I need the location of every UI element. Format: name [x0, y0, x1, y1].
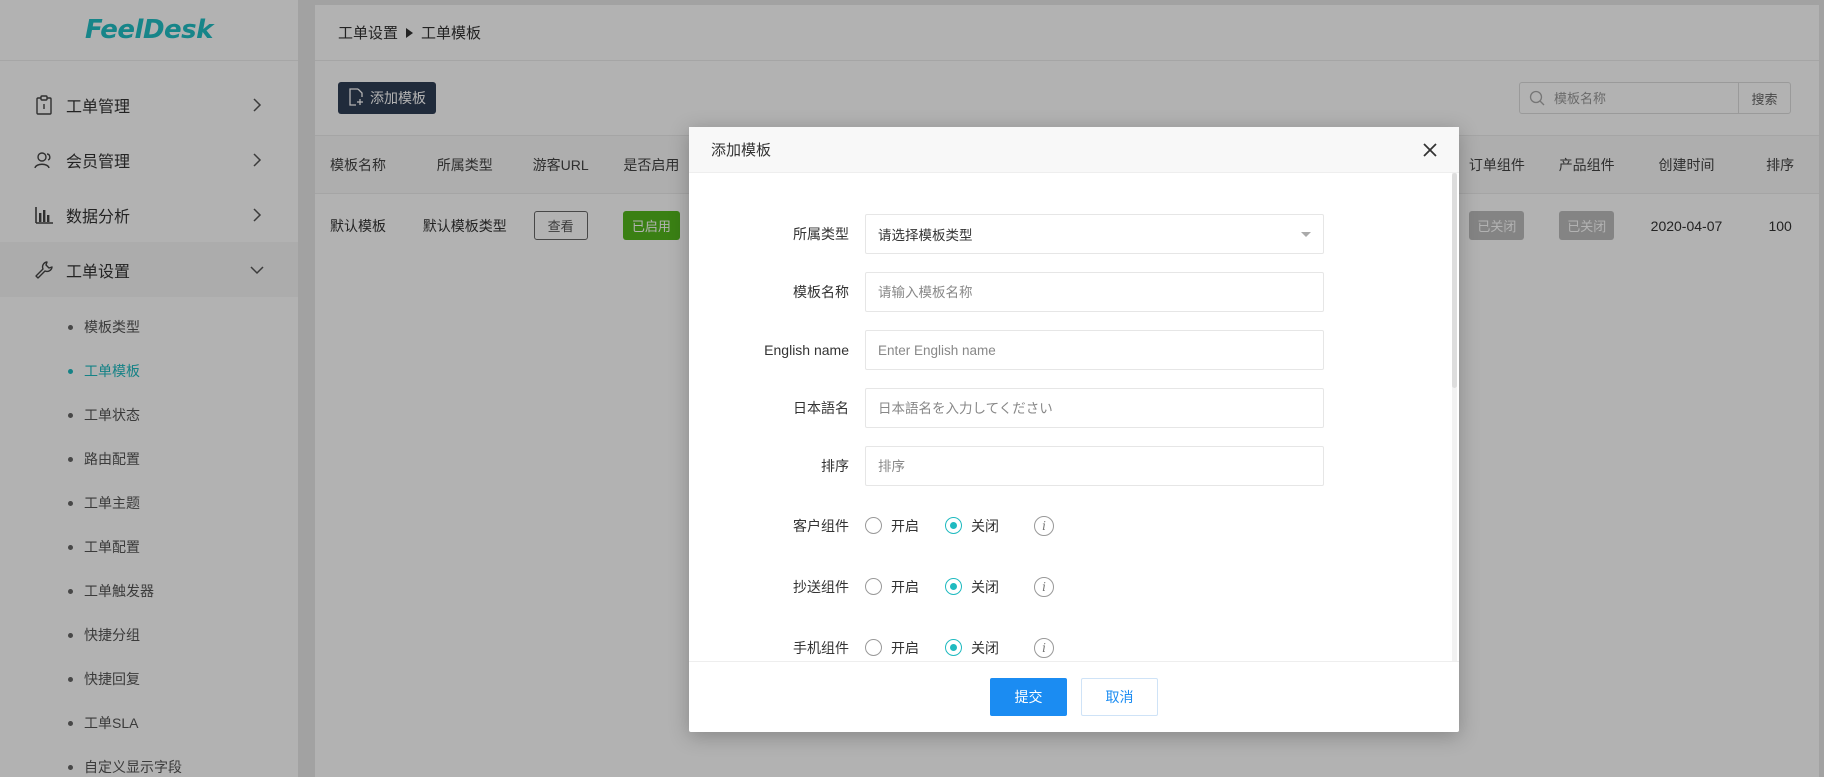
caret-down-icon: [1301, 231, 1311, 237]
radio-circle: [865, 578, 882, 595]
english-name-input[interactable]: [878, 342, 1311, 358]
radio-mobile-on[interactable]: 开启: [865, 638, 919, 658]
field-label: 模板名称: [793, 284, 849, 300]
radio-circle: [945, 639, 962, 656]
radio-label: 关闭: [971, 639, 999, 656]
japanese-name-field-wrap: [865, 388, 1324, 428]
form-row-english: English name: [689, 321, 1459, 379]
radio-cc-off[interactable]: 关闭: [945, 577, 999, 597]
info-icon[interactable]: i: [1034, 576, 1054, 597]
radio-circle: [865, 517, 882, 534]
dialog-scrollbar[interactable]: [1452, 173, 1457, 661]
dialog-body: 所属类型 请选择模板类型 模板名称 English name 日本語名 排序: [689, 173, 1459, 661]
form-row-cc-component: 抄送组件 开启 关闭 i: [689, 556, 1459, 617]
field-label: 所属类型: [793, 226, 849, 242]
radio-circle: [945, 578, 962, 595]
sort-field-wrap: [865, 446, 1324, 486]
cancel-button[interactable]: 取消: [1081, 678, 1158, 716]
field-label: 日本語名: [793, 400, 849, 416]
radio-cc-on[interactable]: 开启: [865, 577, 919, 597]
japanese-name-input[interactable]: [878, 400, 1311, 416]
form-row-mobile-component: 手机组件 开启 关闭 i: [689, 617, 1459, 661]
submit-button[interactable]: 提交: [990, 678, 1067, 716]
info-icon[interactable]: i: [1034, 637, 1054, 658]
field-label: 客户组件: [793, 517, 849, 534]
dialog-footer: 提交 取消: [689, 661, 1459, 732]
english-name-field-wrap: [865, 330, 1324, 370]
dialog-title: 添加模板: [711, 142, 772, 159]
form-row-type: 所属类型 请选择模板类型: [689, 205, 1459, 263]
field-label: 排序: [821, 458, 849, 474]
template-name-input[interactable]: [878, 284, 1311, 300]
form-row-name: 模板名称: [689, 263, 1459, 321]
scrollbar-thumb[interactable]: [1452, 173, 1457, 388]
sort-input[interactable]: [878, 458, 1311, 474]
select-value: 请选择模板类型: [878, 228, 973, 243]
form-row-sort: 排序: [689, 437, 1459, 495]
form-row-japanese: 日本語名: [689, 379, 1459, 437]
template-name-field-wrap: [865, 272, 1324, 312]
radio-customer-on[interactable]: 开启: [865, 516, 919, 536]
radio-label: 开启: [891, 639, 919, 656]
radio-label: 关闭: [971, 578, 999, 595]
form-row-customer-component: 客户组件 开启 关闭 i: [689, 495, 1459, 556]
radio-label: 开启: [891, 578, 919, 595]
info-icon[interactable]: i: [1034, 515, 1054, 536]
radio-circle: [865, 639, 882, 656]
field-label: 抄送组件: [793, 578, 849, 595]
close-icon[interactable]: [1421, 141, 1439, 159]
radio-label: 关闭: [971, 517, 999, 534]
dialog-header: 添加模板: [689, 127, 1459, 173]
radio-customer-off[interactable]: 关闭: [945, 516, 999, 536]
radio-mobile-off[interactable]: 关闭: [945, 638, 999, 658]
radio-circle: [945, 517, 962, 534]
add-template-dialog: 添加模板 所属类型 请选择模板类型 模板名称 English name 日本語名: [689, 127, 1459, 732]
template-type-select[interactable]: 请选择模板类型: [865, 214, 1324, 254]
radio-label: 开启: [891, 517, 919, 534]
field-label: English name: [764, 342, 849, 358]
field-label: 手机组件: [793, 639, 849, 656]
